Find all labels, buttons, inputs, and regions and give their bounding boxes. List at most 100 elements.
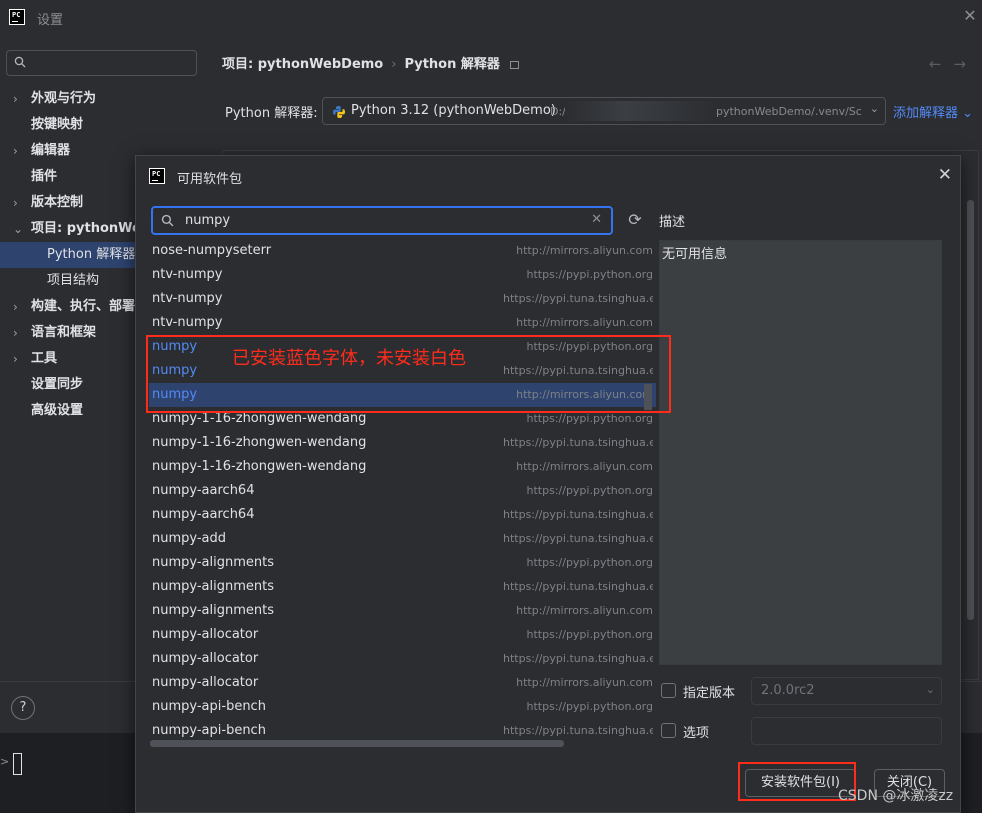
chevron-icon[interactable]: › xyxy=(13,320,18,346)
package-name: numpy-1-16-zhongwen-wendang xyxy=(152,459,367,474)
description-panel: 无可用信息 xyxy=(659,240,942,665)
package-repository: https://pypi.python.org xyxy=(526,268,653,281)
description-text: 无可用信息 xyxy=(662,247,728,262)
package-row[interactable]: numpy-1-16-zhongwen-wendang https://pypi.… xyxy=(149,431,656,455)
package-name: numpy-allocator xyxy=(152,675,259,690)
package-row[interactable]: numpy-aarch64 https://pypi.tuna.tsinghua.… xyxy=(149,503,656,527)
package-row[interactable]: ntv-numpy https://pypi.python.org xyxy=(149,263,656,287)
package-list-hscrollbar[interactable] xyxy=(150,740,564,747)
available-packages-dialog: PC 可用软件包 ✕ numpy ✕ ⟳ nose-numpyseterr htt… xyxy=(135,155,961,813)
interpreter-name: Python 3.12 (pythonWebDemo) xyxy=(351,103,556,118)
package-name: numpy-add xyxy=(152,531,227,546)
breadcrumb-project[interactable]: 项目: pythonWebDemo xyxy=(222,57,383,72)
breadcrumb-page: Python 解释器 xyxy=(404,57,500,72)
sidebar-item-label: 语言和框架 xyxy=(31,325,97,340)
sidebar-item-label: 构建、执行、部署 xyxy=(31,299,136,314)
clear-search-icon[interactable]: ✕ xyxy=(591,212,602,227)
dialog-title: 可用软件包 xyxy=(177,172,243,187)
package-name: numpy-alignments xyxy=(152,579,275,594)
add-interpreter-link[interactable]: 添加解释器 ⌄ xyxy=(893,102,973,121)
pycharm-logo-icon: PC xyxy=(9,9,25,25)
specify-version-checkbox[interactable] xyxy=(661,683,676,698)
forward-arrow-icon[interactable]: → xyxy=(953,55,978,73)
package-name: ntv-numpy xyxy=(152,291,223,306)
chevron-icon[interactable]: › xyxy=(13,346,18,372)
back-arrow-icon[interactable]: ← xyxy=(929,55,954,73)
version-select[interactable]: 2.0.0rc2 ⌄ xyxy=(751,677,942,705)
dialog-titlebar: PC 可用软件包 ✕ xyxy=(136,156,962,196)
package-search-input[interactable]: numpy ✕ xyxy=(151,206,613,235)
package-row[interactable]: ntv-numpy http://mirrors.aliyun.com xyxy=(149,311,656,335)
chevron-icon[interactable]: › xyxy=(13,138,18,164)
package-list[interactable]: nose-numpyseterr http://mirrors.aliyun.co… xyxy=(149,239,656,749)
package-row[interactable]: nose-numpyseterr http://mirrors.aliyun.co… xyxy=(149,239,656,263)
table-scrollbar[interactable] xyxy=(967,200,974,620)
pycharm-logo-icon: PC xyxy=(149,168,165,184)
chevron-icon[interactable]: › xyxy=(13,190,18,216)
package-name: numpy-1-16-zhongwen-wendang xyxy=(152,435,367,450)
package-name: numpy-api-bench xyxy=(152,699,266,714)
search-icon xyxy=(161,214,174,227)
package-repository: https://pypi.tuna.tsinghua.e xyxy=(503,436,653,449)
window-close-icon[interactable]: ✕ xyxy=(960,6,980,26)
package-row[interactable]: numpy-allocator https://pypi.tuna.tsinghu… xyxy=(149,647,656,671)
package-row[interactable]: numpy-alignments https://pypi.tuna.tsingh… xyxy=(149,575,656,599)
sidebar-item[interactable]: 按键映射 xyxy=(0,112,205,138)
terminal-cursor xyxy=(13,753,22,775)
specify-version-label: 指定版本 xyxy=(683,686,736,701)
history-nav: ←→ xyxy=(929,55,978,73)
package-repository: http://mirrors.aliyun.com xyxy=(516,676,653,689)
chevron-down-icon: ⌄ xyxy=(925,683,935,696)
package-name: numpy-allocator xyxy=(152,627,259,642)
help-icon[interactable]: ? xyxy=(11,696,35,720)
options-label: 选项 xyxy=(683,726,710,741)
sidebar-item-label: 编辑器 xyxy=(31,143,71,158)
dialog-close-icon[interactable]: ✕ xyxy=(938,165,952,185)
package-row[interactable]: ntv-numpy https://pypi.tuna.tsinghua.e xyxy=(149,287,656,311)
search-icon xyxy=(14,56,26,68)
package-search-value: numpy xyxy=(185,213,231,228)
package-name: numpy-allocator xyxy=(152,651,259,666)
package-row[interactable]: numpy-aarch64 https://pypi.python.org xyxy=(149,479,656,503)
chevron-icon[interactable]: › xyxy=(13,86,18,112)
package-name: numpy-aarch64 xyxy=(152,483,255,498)
redacted-path-blur xyxy=(565,101,715,121)
interpreter-path-end: pythonWebDemo/.venv/Sc xyxy=(716,105,862,118)
sidebar-item-label: 项目结构 xyxy=(47,273,100,288)
sidebar-item-label: 版本控制 xyxy=(31,195,84,210)
package-name: nose-numpyseterr xyxy=(152,243,272,258)
package-row[interactable]: numpy-api-bench https://pypi.python.org xyxy=(149,695,656,719)
package-repository: http://mirrors.aliyun.com xyxy=(516,316,653,329)
breadcrumb-separator: › xyxy=(391,57,397,72)
package-name: ntv-numpy xyxy=(152,315,223,330)
options-checkbox[interactable] xyxy=(661,723,676,738)
breadcrumb: 项目: pythonWebDemo › Python 解释器 xyxy=(222,53,519,72)
chevron-icon[interactable]: › xyxy=(13,294,18,320)
package-name: numpy-aarch64 xyxy=(152,507,255,522)
package-row[interactable]: numpy-add https://pypi.tuna.tsinghua.e xyxy=(149,527,656,551)
package-row[interactable]: numpy-alignments http://mirrors.aliyun.co… xyxy=(149,599,656,623)
refresh-icon[interactable]: ⟳ xyxy=(625,210,645,230)
sidebar-item-label: 按键映射 xyxy=(31,117,84,132)
sidebar-item[interactable]: › 外观与行为 xyxy=(0,86,205,112)
package-repository: https://pypi.python.org xyxy=(526,556,653,569)
window-title: 设置 xyxy=(37,13,64,28)
package-row[interactable]: numpy-alignments https://pypi.python.org xyxy=(149,551,656,575)
settings-search-input[interactable] xyxy=(6,50,197,76)
sidebar-item-label: 工具 xyxy=(31,351,58,366)
chevron-down-icon: ⌄ xyxy=(869,102,879,115)
package-repository: https://pypi.python.org xyxy=(526,700,653,713)
interpreter-select[interactable]: Python 3.12 (pythonWebDemo) D:/ pythonWe… xyxy=(322,97,886,125)
package-row[interactable]: numpy-allocator https://pypi.python.org xyxy=(149,623,656,647)
package-row[interactable]: numpy-allocator http://mirrors.aliyun.com xyxy=(149,671,656,695)
sidebar-item-label: 外观与行为 xyxy=(31,91,97,106)
annotation-note: 已安装蓝色字体，未安装白色 xyxy=(232,348,466,369)
version-value: 2.0.0rc2 xyxy=(761,683,815,698)
chevron-icon[interactable]: ⌄ xyxy=(13,216,23,242)
window-icon[interactable] xyxy=(509,60,519,69)
package-row[interactable]: numpy-1-16-zhongwen-wendang http://mirror… xyxy=(149,455,656,479)
options-input[interactable] xyxy=(751,717,942,745)
package-name: numpy-alignments xyxy=(152,555,275,570)
package-repository: http://mirrors.aliyun.com xyxy=(516,244,653,257)
package-repository: http://mirrors.aliyun.com xyxy=(516,460,653,473)
